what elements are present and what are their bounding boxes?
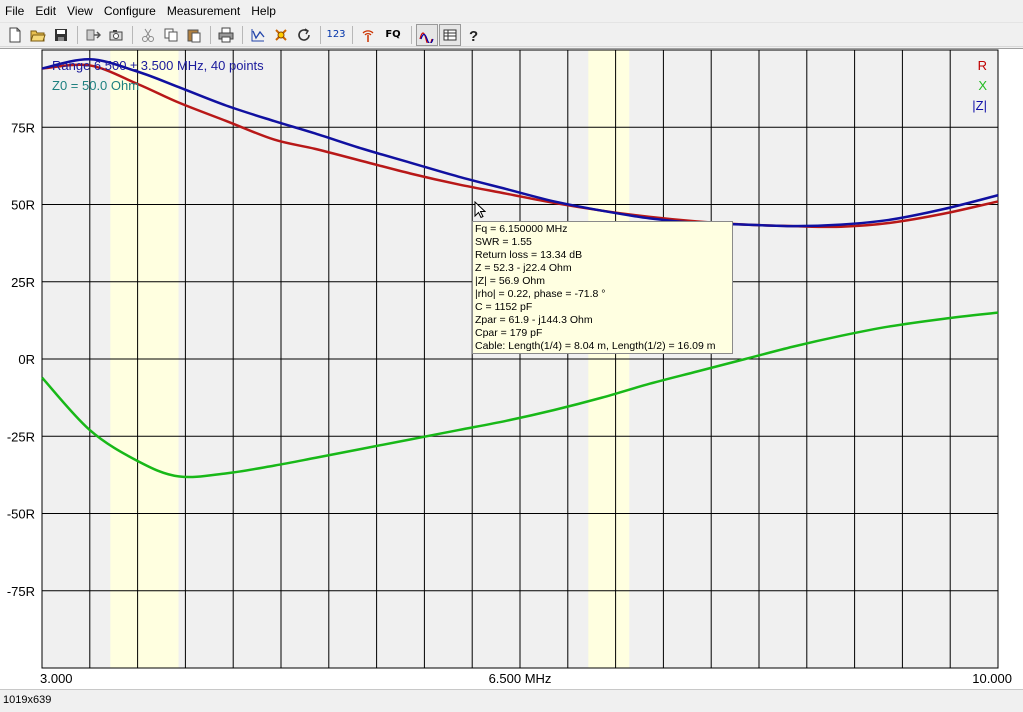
save-icon[interactable] (50, 24, 72, 46)
print-icon[interactable] (215, 24, 237, 46)
tooltip-frequency: Fq = 6.150000 MHz (475, 223, 568, 235)
z0-label: Z0 = 50.0 Ohm (52, 78, 139, 93)
toolbar-separator (352, 25, 353, 44)
tooltip-swr: SWR = 1.55 (475, 236, 532, 248)
menu-view[interactable]: View (62, 0, 99, 22)
paste-icon[interactable] (183, 24, 205, 46)
impedance-chart[interactable]: 75R 50R 25R 0R -25R -50R -75R Range 6.500 ± 3.… (0, 49, 1023, 689)
x-label-center: 6.500 MHz (489, 671, 552, 686)
numbers-icon[interactable]: 123 (325, 24, 347, 46)
legend-z: |Z| (972, 98, 987, 113)
table-view-icon[interactable] (439, 23, 461, 46)
export-icon[interactable] (82, 24, 104, 46)
toolbar: 123 FQ ? (0, 23, 1023, 47)
frequency-icon[interactable]: FQ (380, 24, 406, 46)
tooltip-zpar: Zpar = 61.9 - j144.3 Ohm (475, 314, 593, 326)
toolbar-separator (320, 25, 321, 44)
tooltip-capacitance: C = 1152 pF (475, 301, 533, 313)
y-tick-label: -75R (7, 584, 35, 599)
y-tick-label: 50R (11, 198, 35, 213)
cut-icon[interactable] (137, 24, 159, 46)
menu-measurement[interactable]: Measurement (162, 0, 246, 22)
y-tick-label: 25R (11, 275, 35, 290)
toolbar-separator (77, 25, 78, 44)
toolbar-separator (210, 25, 211, 44)
settings-icon[interactable] (270, 24, 292, 46)
toolbar-separator (411, 25, 412, 44)
tooltip-return-loss: Return loss = 13.34 dB (475, 249, 583, 261)
impedance-view-icon[interactable] (416, 23, 438, 46)
fq-label: FQ (385, 29, 401, 40)
y-tick-label: 75R (11, 120, 35, 135)
tooltip-rho: |rho| = 0.22, phase = -71.8 ° (475, 288, 606, 300)
antenna-icon[interactable] (357, 24, 379, 46)
menu-configure[interactable]: Configure (99, 0, 162, 22)
range-label: Range 6.500 ± 3.500 MHz, 40 points (52, 58, 264, 73)
refresh-icon[interactable] (293, 24, 315, 46)
tooltip-impedance-magnitude: |Z| = 56.9 Ohm (475, 275, 545, 287)
y-tick-label: 0R (18, 352, 35, 367)
chart-area[interactable]: 75R 50R 25R 0R -25R -50R -75R Range 6.500 ± 3.… (0, 48, 1023, 689)
tooltip-cable-length: Cable: Length(1/4) = 8.04 m, Length(1/2)… (475, 340, 716, 352)
menu-help[interactable]: Help (246, 0, 282, 22)
x-label-start: 3.000 (40, 671, 73, 686)
x-label-end: 10.000 (972, 671, 1012, 686)
menu-file[interactable]: File (0, 0, 30, 22)
legend-x: X (978, 78, 987, 93)
help-icon[interactable]: ? (462, 24, 484, 46)
open-folder-icon[interactable] (27, 24, 49, 46)
tooltip-impedance: Z = 52.3 - j22.4 Ohm (475, 262, 572, 274)
menu-edit[interactable]: Edit (30, 0, 62, 22)
screenshot-icon[interactable] (105, 24, 127, 46)
numbers-label: 123 (326, 29, 346, 40)
legend-r: R (978, 58, 987, 73)
y-tick-label: -25R (7, 429, 35, 444)
status-text: 1019x639 (3, 694, 52, 706)
tooltip-cpar: Cpar = 179 pF (475, 327, 543, 339)
toolbar-separator (132, 25, 133, 44)
status-bar: 1019x639 (0, 689, 1023, 712)
svg-text:?: ? (469, 28, 478, 43)
new-file-icon[interactable] (4, 24, 26, 46)
toolbar-separator (242, 25, 243, 44)
mouse-cursor-icon (474, 201, 486, 219)
graph-icon[interactable] (247, 24, 269, 46)
y-tick-label: -50R (7, 507, 35, 522)
menu-bar: File Edit View Configure Measurement Hel… (0, 0, 1023, 23)
copy-icon[interactable] (160, 24, 182, 46)
measurement-tooltip: Fq = 6.150000 MHz SWR = 1.55 Return loss… (472, 221, 733, 354)
